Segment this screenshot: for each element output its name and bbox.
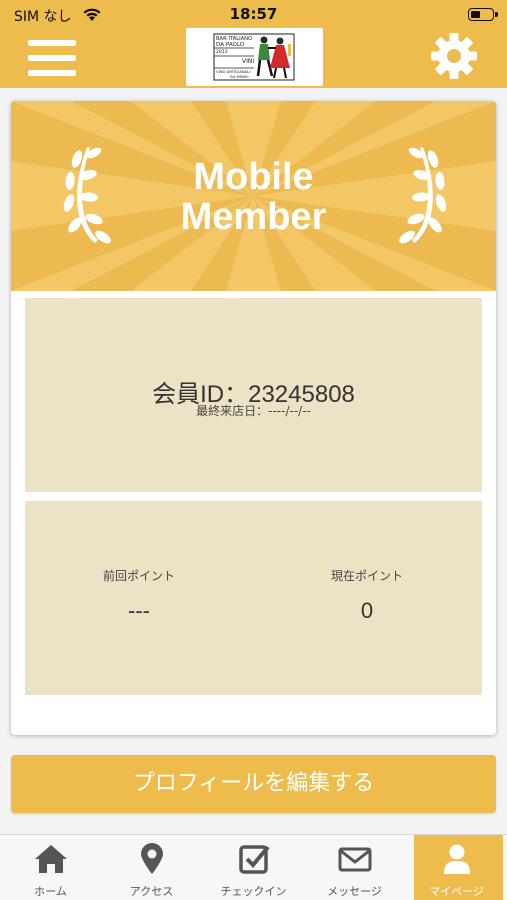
- member-card: Mobile Member 会員ID：23245808 最終来店日：----/-…: [11, 101, 496, 735]
- tab-checkin-label: チェックイン: [220, 885, 287, 898]
- current-points: 現在ポイント 0: [253, 567, 481, 624]
- user-icon: [444, 844, 470, 874]
- svg-text:VINI: VINI: [242, 58, 254, 65]
- tab-access-label: アクセス: [129, 885, 174, 898]
- svg-text:DA PAOLO: DA PAOLO: [216, 42, 245, 48]
- envelope-icon: [338, 847, 372, 872]
- tab-home-label: ホーム: [34, 885, 67, 898]
- banner-title-line2: Member: [180, 196, 327, 238]
- settings-button[interactable]: [430, 32, 478, 80]
- tab-messages[interactable]: メッセージ: [304, 835, 405, 900]
- svg-text:Est.MMXIII: Est.MMXIII: [230, 75, 249, 79]
- last-visit-label: 最終来店日：: [196, 404, 269, 418]
- svg-text:VINO ARTIGIANALI: VINO ARTIGIANALI: [216, 69, 250, 74]
- menu-button[interactable]: [28, 38, 76, 78]
- member-banner: Mobile Member: [11, 101, 496, 291]
- hamburger-icon: [28, 40, 76, 46]
- tab-home[interactable]: ホーム: [0, 835, 101, 900]
- gear-icon: [431, 33, 477, 79]
- battery-icon: [468, 8, 498, 21]
- tab-access[interactable]: アクセス: [101, 835, 202, 900]
- svg-text:2013: 2013: [216, 49, 228, 55]
- shop-logo: BAR ITALIANO DA PAOLO 2013 VINI VINO ART…: [186, 28, 323, 86]
- checkbox-icon: [239, 845, 270, 874]
- previous-points-value: ---: [128, 598, 150, 623]
- banner-title-line1: Mobile: [193, 156, 314, 198]
- current-points-value: 0: [360, 598, 374, 623]
- tab-bar: ホーム アクセス チェックイン メッセージ マイページ: [0, 834, 507, 900]
- app-header: SIM なし 18:57 BAR ITALIANO DA PAOLO 2013 …: [0, 0, 507, 88]
- tab-messages-label: メッセージ: [327, 885, 382, 898]
- previous-points: 前回ポイント ---: [25, 567, 253, 624]
- clock: 18:57: [229, 5, 278, 23]
- banner-title: Mobile Member: [11, 157, 496, 237]
- current-points-label: 現在ポイント: [330, 569, 403, 583]
- previous-points-label: 前回ポイント: [102, 569, 175, 583]
- last-visit-row: 最終来店日：----/--/--: [25, 402, 482, 419]
- tab-mypage[interactable]: マイページ: [406, 835, 507, 900]
- tab-checkin[interactable]: チェックイン: [203, 835, 304, 900]
- home-icon: [35, 845, 67, 873]
- edit-profile-button[interactable]: プロフィールを編集する: [11, 755, 496, 813]
- map-pin-icon: [141, 843, 163, 874]
- status-bar: SIM なし 18:57: [0, 0, 507, 28]
- logo-image: BAR ITALIANO DA PAOLO 2013 VINI VINO ART…: [213, 33, 295, 81]
- tab-mypage-label: マイページ: [429, 885, 484, 898]
- last-visit-value: ----/--/--: [268, 404, 311, 418]
- points-panel: 前回ポイント --- 現在ポイント 0: [25, 501, 482, 695]
- member-id-panel: 会員ID：23245808 最終来店日：----/--/--: [25, 298, 482, 492]
